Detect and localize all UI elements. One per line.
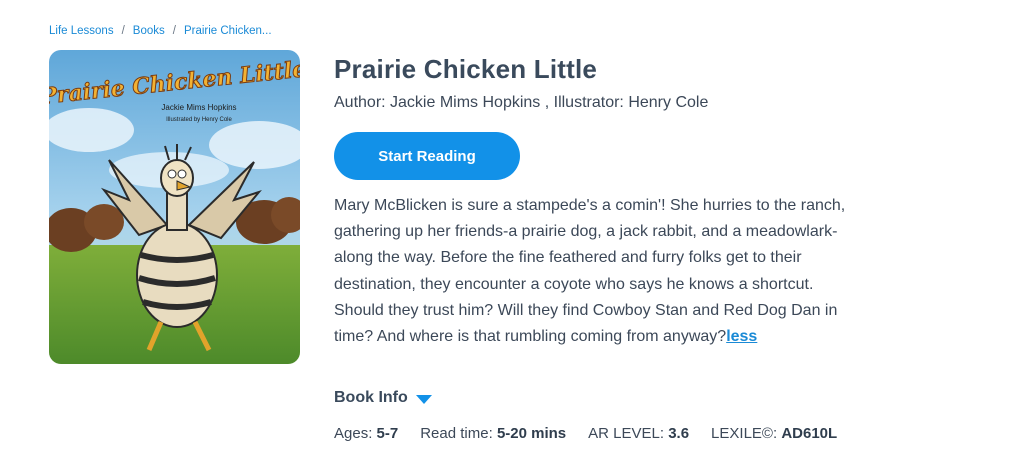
book-cover-illustration: Prairie Chicken Little Jackie Mims Hopki… — [49, 50, 300, 364]
description-text: Mary McBlicken is sure a stampede's a co… — [334, 197, 846, 346]
readtime-value: 5-20 mins — [496, 425, 567, 442]
breadcrumb-current[interactable]: Prairie Chicken... — [184, 25, 272, 37]
ages-value: 5-7 — [376, 425, 399, 442]
book-details: Prairie Chicken Little Author: Jackie Mi… — [334, 52, 854, 114]
breadcrumb: Life Lessons / Books / Prairie Chicken..… — [49, 25, 272, 37]
book-description: Mary McBlicken is sure a stampede's a co… — [334, 193, 849, 350]
ar-level-meta: AR LEVEL: 3.6 — [588, 425, 690, 442]
lexile-meta: LEXILE©: AD610L — [711, 425, 838, 442]
start-reading-button[interactable]: Start Reading — [334, 132, 520, 180]
breadcrumb-books[interactable]: Books — [133, 25, 165, 37]
caret-down-icon — [415, 394, 432, 404]
ages-meta: Ages: 5-7 — [334, 425, 399, 442]
less-link[interactable]: less — [726, 328, 757, 345]
book-info-toggle[interactable]: Book Info — [334, 389, 432, 407]
book-title: Prairie Chicken Little — [334, 54, 598, 84]
book-info-label: Book Info — [334, 389, 408, 406]
book-meta: Ages: 5-7 Read time: 5-20 mins AR LEVEL:… — [334, 425, 837, 442]
breadcrumb-separator: / — [121, 25, 125, 37]
breadcrumb-life-lessons[interactable]: Life Lessons — [49, 25, 114, 37]
author-line: Author: Jackie Mims Hopkins , Illustrato… — [334, 94, 709, 111]
breadcrumb-separator: / — [172, 25, 176, 37]
svg-text:Illustrated by Henry Cole: Illustrated by Henry Cole — [166, 117, 232, 123]
ar-level-value: 3.6 — [668, 425, 690, 442]
book-cover[interactable]: Prairie Chicken Little Jackie Mims Hopki… — [49, 50, 300, 364]
svg-text:Jackie Mims Hopkins: Jackie Mims Hopkins — [161, 103, 236, 112]
lexile-value: AD610L — [781, 425, 838, 442]
readtime-meta: Read time: 5-20 mins — [420, 425, 567, 442]
